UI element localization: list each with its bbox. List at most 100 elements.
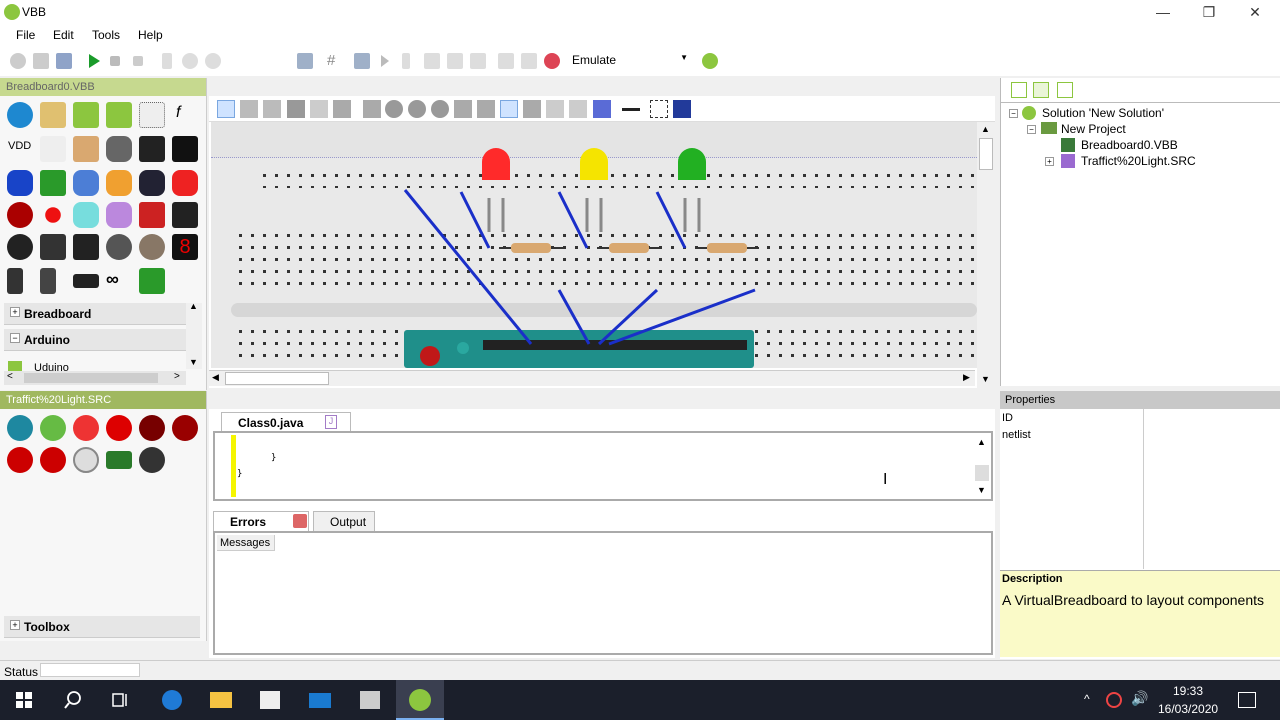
scroll-right-icon[interactable]: > [174,371,180,382]
zoom-tool-icon[interactable] [385,100,403,118]
ic2-component-icon[interactable] [172,136,198,162]
scroll-up-icon[interactable]: ▲ [981,124,990,134]
header-component-icon[interactable] [73,274,99,288]
pan-tool-icon[interactable] [523,100,541,118]
category-arduino[interactable]: − Arduino [4,329,200,351]
scroll-thumb[interactable] [24,373,158,383]
pause-dim-icon[interactable] [402,53,410,69]
notifications-icon[interactable] [1238,692,1256,708]
hash-icon[interactable]: # [327,52,335,69]
help-block-icon[interactable] [7,447,33,473]
transistor-component-icon[interactable] [172,202,198,228]
align-icon[interactable] [354,53,370,69]
tab-output[interactable]: Output [313,511,375,531]
probe-component-icon[interactable] [40,170,66,196]
menu-help[interactable]: Help [138,28,163,42]
display-block-icon[interactable] [106,451,132,469]
rgb-led2-component-icon[interactable] [106,202,132,228]
led-orange-component-icon[interactable] [106,170,132,196]
toolbox-vscroll[interactable]: ▲ ▼ [186,301,202,369]
menu-tools[interactable]: Tools [92,28,120,42]
tree-project[interactable]: New Project [1061,122,1126,136]
seven-segment-component-icon[interactable]: 8 [172,234,198,260]
toolbox-hscroll[interactable]: < > [4,371,186,385]
scroll-thumb[interactable] [975,465,989,481]
edge-button[interactable] [148,680,196,720]
canvas-vscroll[interactable]: ▲ ▼ [977,122,995,388]
grid-icon[interactable] [297,53,313,69]
infinity-component-icon[interactable]: ∞ [106,269,119,290]
potentiometer-component-icon[interactable] [139,234,165,260]
step-over-icon[interactable] [205,53,221,69]
new-icon[interactable] [10,53,26,69]
arduino-item-label[interactable]: Uduino [34,362,69,371]
scroll-down-icon[interactable]: ▼ [981,374,990,384]
timer-block-icon[interactable] [73,447,99,473]
search-button[interactable] [48,680,96,720]
view-single-icon[interactable] [1011,82,1027,98]
scroll-thumb[interactable] [225,372,329,385]
motor-component-icon[interactable] [106,234,132,260]
sensor2-component-icon[interactable] [40,234,66,260]
battery-component-icon[interactable] [7,268,23,294]
board-component-icon[interactable] [73,102,99,128]
record-block-icon[interactable] [139,415,165,441]
expand-icon[interactable]: + [10,620,20,630]
tree-solution[interactable]: Solution 'New Solution' [1042,106,1164,120]
clock-time[interactable]: 19:33 [1158,684,1218,698]
zoom-actual-icon[interactable] [477,100,495,118]
rgb-led-component-icon[interactable] [73,202,99,228]
led-blue-component-icon[interactable] [73,170,99,196]
menu-edit[interactable]: Edit [53,28,74,42]
button-component-icon[interactable] [7,202,33,228]
pen-tool-icon[interactable] [593,100,611,118]
board2-component-icon[interactable] [106,102,132,128]
vbb-component-icon[interactable] [7,102,33,128]
debug-icon[interactable] [544,53,560,69]
property-id[interactable]: ID [1002,412,1013,424]
select-tool-icon[interactable] [546,100,564,118]
category-toolbox[interactable]: + Toolbox [4,616,200,638]
lcd-component-icon[interactable] [73,234,99,260]
undo-icon[interactable] [498,53,514,69]
scroll-down-icon[interactable]: ▼ [189,357,198,367]
scroll-down-icon[interactable]: ▼ [977,485,986,495]
sensor-component-icon[interactable] [7,234,33,260]
task-view-button[interactable] [96,680,144,720]
vbb-logo-icon[interactable] [702,53,718,69]
collapse-icon[interactable]: − [1027,125,1036,134]
tool-a-icon[interactable] [424,53,440,69]
arduino-board-icon[interactable] [8,361,22,371]
tree-file-source[interactable]: Traffict%20Light.SRC [1081,154,1196,168]
light-component-icon[interactable] [45,207,61,223]
maximize-button[interactable]: ❐ [1186,0,1232,24]
start-button[interactable] [0,680,48,720]
line-tool-icon[interactable] [622,108,640,111]
junction-tool-icon[interactable] [363,100,381,118]
chevron-up-icon[interactable]: ^ [1084,692,1090,706]
select2-tool-icon[interactable] [569,100,587,118]
marquee-tool-icon[interactable] [650,100,668,118]
zoom-fit-icon[interactable] [454,100,472,118]
resistor-component-icon[interactable] [73,136,99,162]
step-icon[interactable] [182,53,198,69]
halt-block-icon[interactable] [40,447,66,473]
tool-c-icon[interactable] [470,53,486,69]
dots-component-icon[interactable] [139,102,165,128]
app-button[interactable] [346,680,394,720]
led-red-component-icon[interactable] [172,170,198,196]
mode-select[interactable]: Emulate ▼ [568,51,692,71]
led-black-component-icon[interactable] [139,170,165,196]
scroll-up-icon[interactable]: ▲ [189,301,198,311]
chip-component-icon[interactable] [40,102,66,128]
reset-icon[interactable] [133,56,143,66]
messages-header[interactable]: Messages [217,535,275,551]
scroll-left-icon[interactable]: < [7,371,13,382]
scroll-right-icon[interactable]: ▶ [963,372,970,383]
zoom-in-icon[interactable] [408,100,426,118]
redo-icon[interactable] [521,53,537,69]
expand-icon[interactable]: − [10,333,20,343]
wire-tool-icon[interactable] [310,100,328,118]
clock-date[interactable]: 16/03/2020 [1158,702,1218,716]
store-button[interactable] [246,680,294,720]
